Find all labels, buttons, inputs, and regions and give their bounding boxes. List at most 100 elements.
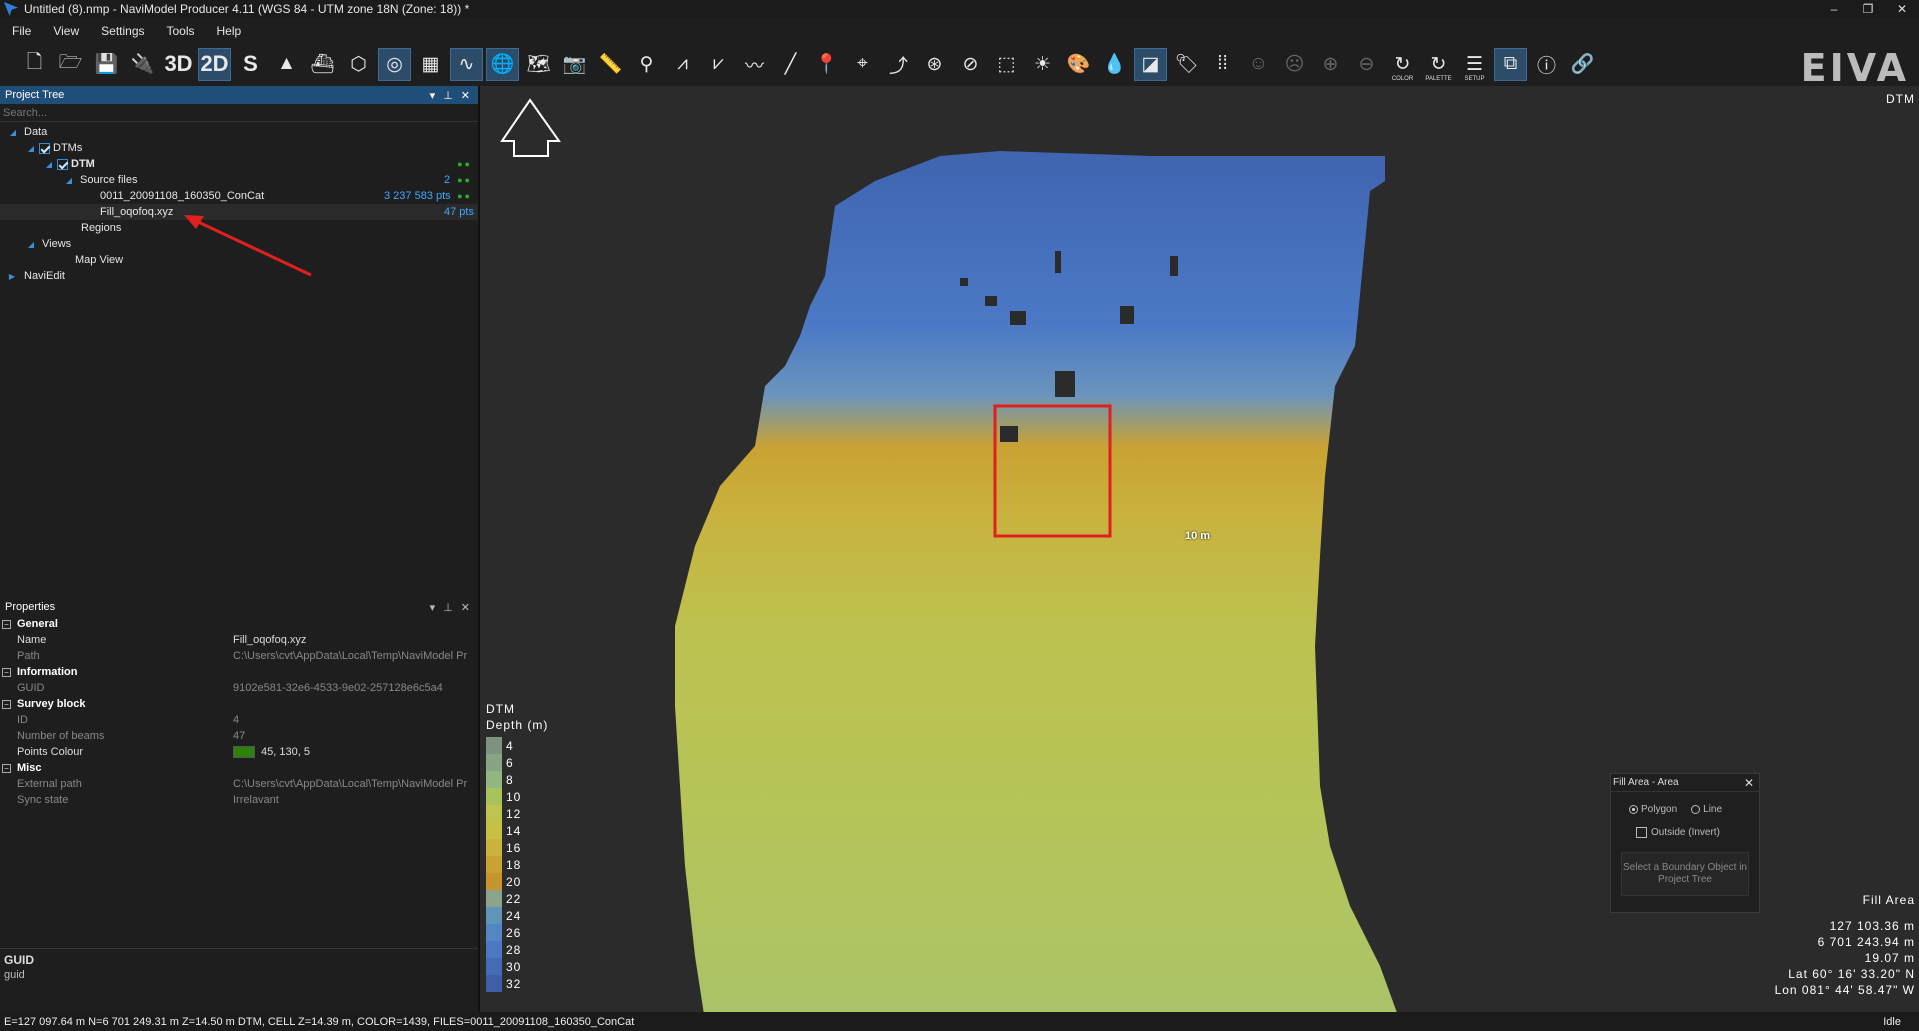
vessel-icon[interactable]: ⛴ bbox=[306, 48, 339, 81]
prop-row[interactable]: External path C:\Users\cvt\AppData\Local\… bbox=[0, 776, 478, 792]
dropdown-icon[interactable]: ▾ bbox=[430, 601, 436, 614]
search-input[interactable] bbox=[0, 106, 478, 119]
color-swatch[interactable] bbox=[233, 746, 255, 759]
profile-3-icon[interactable]: 〰 bbox=[738, 48, 771, 81]
collapse-icon[interactable]: − bbox=[2, 667, 11, 677]
camera-icon[interactable]: 📷 bbox=[558, 48, 591, 81]
new-file-icon[interactable]: 🗋 bbox=[18, 48, 51, 81]
legend-swatch bbox=[486, 805, 502, 822]
menu-help[interactable]: Help bbox=[205, 18, 252, 44]
dtm-area[interactable] bbox=[675, 151, 1400, 1021]
view-s-button[interactable]: S bbox=[234, 48, 267, 81]
tree-item-data[interactable]: ◢ Data bbox=[0, 124, 478, 140]
sun-icon[interactable]: ☀ bbox=[1026, 48, 1059, 81]
plugin-icon[interactable]: 🔌 bbox=[126, 48, 159, 81]
percent-icon[interactable]: ⊘ bbox=[954, 48, 987, 81]
menu-tools[interactable]: Tools bbox=[155, 18, 205, 44]
close-panel-icon[interactable]: ✕ bbox=[461, 601, 470, 614]
expand-icon[interactable]: ◢ bbox=[64, 176, 74, 185]
contour-icon[interactable]: ∿ bbox=[450, 47, 483, 81]
area-icon[interactable]: ⬚ bbox=[990, 48, 1023, 81]
close-panel-icon[interactable]: ✕ bbox=[461, 89, 470, 102]
tree-item-dtm[interactable]: ◢ DTM ●● bbox=[0, 156, 478, 172]
pin-icon[interactable]: 📍 bbox=[810, 48, 843, 81]
prop-row[interactable]: Sync state Irrelavant bbox=[0, 792, 478, 808]
prop-row[interactable]: Number of beams 47 bbox=[0, 728, 478, 744]
copy-icon[interactable]: ⧉ bbox=[1494, 47, 1527, 81]
color-refresh-icon[interactable]: ↻ COLOR bbox=[1386, 48, 1419, 82]
profile-icon[interactable]: ⩘ bbox=[666, 48, 699, 81]
expand-icon[interactable]: ▶ bbox=[7, 272, 17, 281]
ruler-icon[interactable]: 📏 bbox=[594, 48, 627, 81]
cube-icon[interactable]: ⬡ bbox=[342, 48, 375, 81]
info-icon[interactable]: ⓘ bbox=[1530, 48, 1563, 81]
palette-refresh-icon[interactable]: ↻ PALETTE bbox=[1422, 48, 1455, 82]
layers-icon[interactable]: ◎ bbox=[378, 47, 411, 81]
dots-grid-icon[interactable]: ⁞⁞ bbox=[1206, 48, 1239, 81]
menu-file[interactable]: File bbox=[0, 18, 41, 44]
view-2d-button[interactable]: 2D bbox=[198, 47, 231, 81]
checkbox[interactable] bbox=[57, 158, 68, 170]
window-title: Untitled (8).nmp - NaviModel Producer 4.… bbox=[24, 2, 470, 16]
minimize-button[interactable]: – bbox=[1817, 0, 1851, 18]
menu-view[interactable]: View bbox=[41, 18, 89, 44]
palette-icon[interactable]: 🎨 bbox=[1062, 48, 1095, 81]
prop-row[interactable]: Name Fill_oqofoq.xyz bbox=[0, 632, 478, 648]
collapse-icon[interactable]: − bbox=[2, 699, 11, 709]
checkbox[interactable] bbox=[39, 142, 50, 154]
outside-checkbox[interactable] bbox=[1636, 827, 1647, 838]
legend-title: DTM bbox=[486, 702, 515, 716]
pin-panel-icon[interactable]: ⊥ bbox=[443, 89, 453, 102]
category-survey-block[interactable]: − Survey block bbox=[0, 696, 478, 712]
drop-icon[interactable]: 💧 bbox=[1098, 48, 1131, 81]
category-general[interactable]: − General bbox=[0, 616, 478, 632]
expand-icon[interactable]: ◢ bbox=[44, 160, 54, 169]
category-misc[interactable]: − Misc bbox=[0, 760, 478, 776]
polygon-radio[interactable] bbox=[1629, 805, 1638, 814]
expand-icon[interactable]: ◢ bbox=[26, 240, 36, 249]
tree-item-dtms[interactable]: ◢ DTMs bbox=[0, 140, 478, 156]
map-icon[interactable]: 🗺 bbox=[522, 48, 555, 81]
dropdown-icon[interactable]: ▾ bbox=[430, 89, 436, 102]
globe-icon[interactable]: 🌐 bbox=[486, 47, 519, 81]
compass-icon[interactable]: ⚲ bbox=[630, 48, 663, 81]
grid-icon[interactable]: ▦ bbox=[414, 48, 447, 81]
line-radio[interactable] bbox=[1691, 805, 1701, 814]
shading-icon[interactable]: ◪ bbox=[1134, 47, 1167, 81]
line-icon[interactable]: ╱ bbox=[774, 48, 807, 81]
open-folder-icon[interactable]: 🗁 bbox=[54, 48, 87, 81]
tree-item-label: Regions bbox=[81, 222, 122, 234]
curve-icon[interactable]: ⤴ bbox=[882, 48, 915, 81]
prop-row[interactable]: Path C:\Users\cvt\AppData\Local\Temp\Navi… bbox=[0, 648, 478, 664]
face-2-icon[interactable]: ☹ bbox=[1278, 48, 1311, 81]
select-boundary-button[interactable]: Select a Boundary Object in Project Tree bbox=[1621, 852, 1749, 896]
close-icon[interactable]: ✕ bbox=[1744, 776, 1754, 790]
north-arrow-icon[interactable]: ▲ bbox=[270, 48, 303, 81]
expand-icon[interactable]: ◢ bbox=[8, 128, 18, 137]
link-icon[interactable]: 🔗 bbox=[1566, 48, 1599, 81]
remove-point-icon[interactable]: ⊖ bbox=[1350, 48, 1383, 81]
fill-icon[interactable]: ⊛ bbox=[918, 48, 951, 81]
save-icon[interactable]: 💾 bbox=[90, 48, 123, 81]
collapse-icon[interactable]: − bbox=[2, 619, 11, 629]
tree-item-source-files[interactable]: ◢ Source files 2 ●● bbox=[0, 172, 478, 188]
pin-panel-icon[interactable]: ⊥ bbox=[443, 601, 453, 614]
restore-button[interactable]: ❐ bbox=[1851, 0, 1885, 18]
expand-icon[interactable]: ◢ bbox=[26, 144, 36, 153]
prop-row[interactable]: ID 4 bbox=[0, 712, 478, 728]
view-3d-button[interactable]: 3D bbox=[162, 48, 195, 81]
prop-row[interactable]: Points Colour 45, 130, 5 bbox=[0, 744, 478, 760]
add-point-icon[interactable]: ⊕ bbox=[1314, 48, 1347, 81]
category-information[interactable]: − Information bbox=[0, 664, 478, 680]
tree-item-file1[interactable]: 0011_20091108_160350_ConCat 3 237 583 pt… bbox=[0, 188, 478, 204]
menu-settings[interactable]: Settings bbox=[89, 18, 154, 44]
tag-icon[interactable]: 🏷 bbox=[1170, 48, 1203, 81]
profile-2-icon[interactable]: ⩗ bbox=[702, 48, 735, 81]
close-button[interactable]: ✕ bbox=[1885, 0, 1919, 18]
setup-icon[interactable]: ☰ SETUP bbox=[1458, 48, 1491, 82]
collapse-icon[interactable]: − bbox=[2, 763, 11, 773]
face-icon[interactable]: ☺ bbox=[1242, 48, 1275, 81]
prop-row[interactable]: GUID 9102e581-32e6-4533-9e02-257128e6c5a4 bbox=[0, 680, 478, 696]
pin-2-icon[interactable]: ⌖ bbox=[846, 48, 879, 81]
map-view[interactable]: DTM 10 m DTM Depth (m) 4 6 8 10 12 14 16 18 20 22… bbox=[480, 86, 1919, 1021]
